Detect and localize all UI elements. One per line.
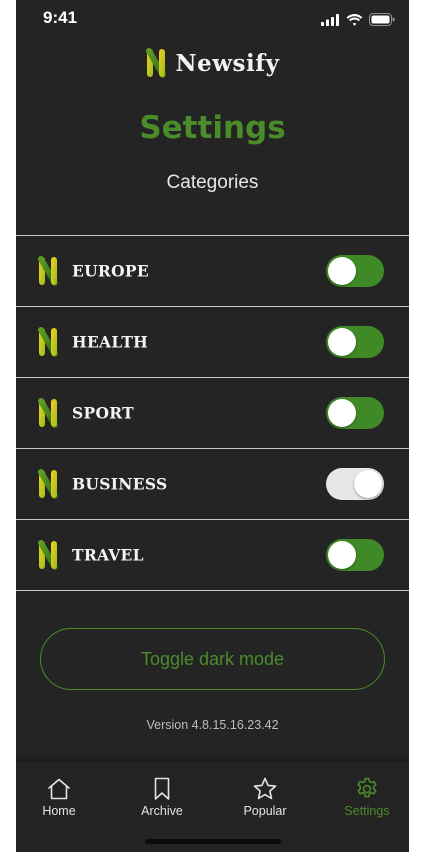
- category-label: TRAVEL: [72, 545, 144, 565]
- home-indicator: [145, 839, 281, 844]
- toggle-dark-mode-button[interactable]: Toggle dark mode: [40, 628, 385, 690]
- newsify-logo-icon: [145, 48, 166, 78]
- version-text: Version 4.8.15.16.23.42: [146, 718, 279, 732]
- star-icon: [253, 777, 277, 800]
- page-title: Settings: [139, 110, 286, 146]
- category-row-travel: TRAVEL: [16, 520, 409, 591]
- category-row-sport: SPORT: [16, 378, 409, 449]
- toggle-knob: [328, 541, 356, 569]
- category-list: EUROPE HEALTH SPORT BUSINESS TRAVEL: [16, 235, 409, 591]
- tab-settings[interactable]: Settings: [318, 776, 409, 818]
- brand-name: Newsify: [175, 49, 280, 77]
- newsify-logo-icon: [38, 469, 58, 499]
- category-label: SPORT: [72, 403, 134, 423]
- newsify-logo-icon: [38, 256, 58, 286]
- category-row-health: HEALTH: [16, 307, 409, 378]
- status-icons: [321, 13, 395, 26]
- status-bar: 9:41: [16, 0, 409, 40]
- europe-toggle[interactable]: [326, 255, 384, 287]
- newsify-logo-icon: [38, 327, 58, 357]
- tab-popular[interactable]: Popular: [216, 776, 314, 818]
- bookmark-icon: [154, 777, 170, 800]
- toggle-knob: [328, 399, 356, 427]
- toggle-knob: [328, 257, 356, 285]
- tab-label: Settings: [344, 804, 390, 818]
- home-icon: [48, 778, 70, 800]
- category-label: BUSINESS: [72, 474, 168, 494]
- tab-archive[interactable]: Archive: [113, 776, 211, 818]
- tab-label: Archive: [141, 804, 183, 818]
- category-label: HEALTH: [72, 332, 149, 352]
- status-time: 9:41: [43, 8, 78, 27]
- health-toggle[interactable]: [326, 326, 384, 358]
- gear-icon: [357, 777, 377, 798]
- wifi-icon: [346, 13, 363, 26]
- toggle-knob: [354, 470, 382, 498]
- toggle-knob: [328, 328, 356, 356]
- brand-header: Newsify: [16, 48, 409, 78]
- tab-label: Popular: [243, 804, 287, 818]
- section-title: Categories: [166, 172, 259, 193]
- newsify-logo-icon: [38, 398, 58, 428]
- business-toggle[interactable]: [326, 468, 384, 500]
- app-screen: 9:41 Newsify Settings Categories EUROPE …: [16, 0, 409, 852]
- newsify-logo-icon: [38, 540, 58, 570]
- category-label: EUROPE: [72, 261, 149, 281]
- sport-toggle[interactable]: [326, 397, 384, 429]
- battery-icon: [369, 13, 395, 26]
- tab-label: Home: [42, 804, 76, 818]
- category-row-business: BUSINESS: [16, 449, 409, 520]
- cellular-signal-icon: [321, 13, 339, 26]
- category-row-europe: EUROPE: [16, 236, 409, 307]
- travel-toggle[interactable]: [326, 539, 384, 571]
- tab-home[interactable]: Home: [16, 776, 108, 818]
